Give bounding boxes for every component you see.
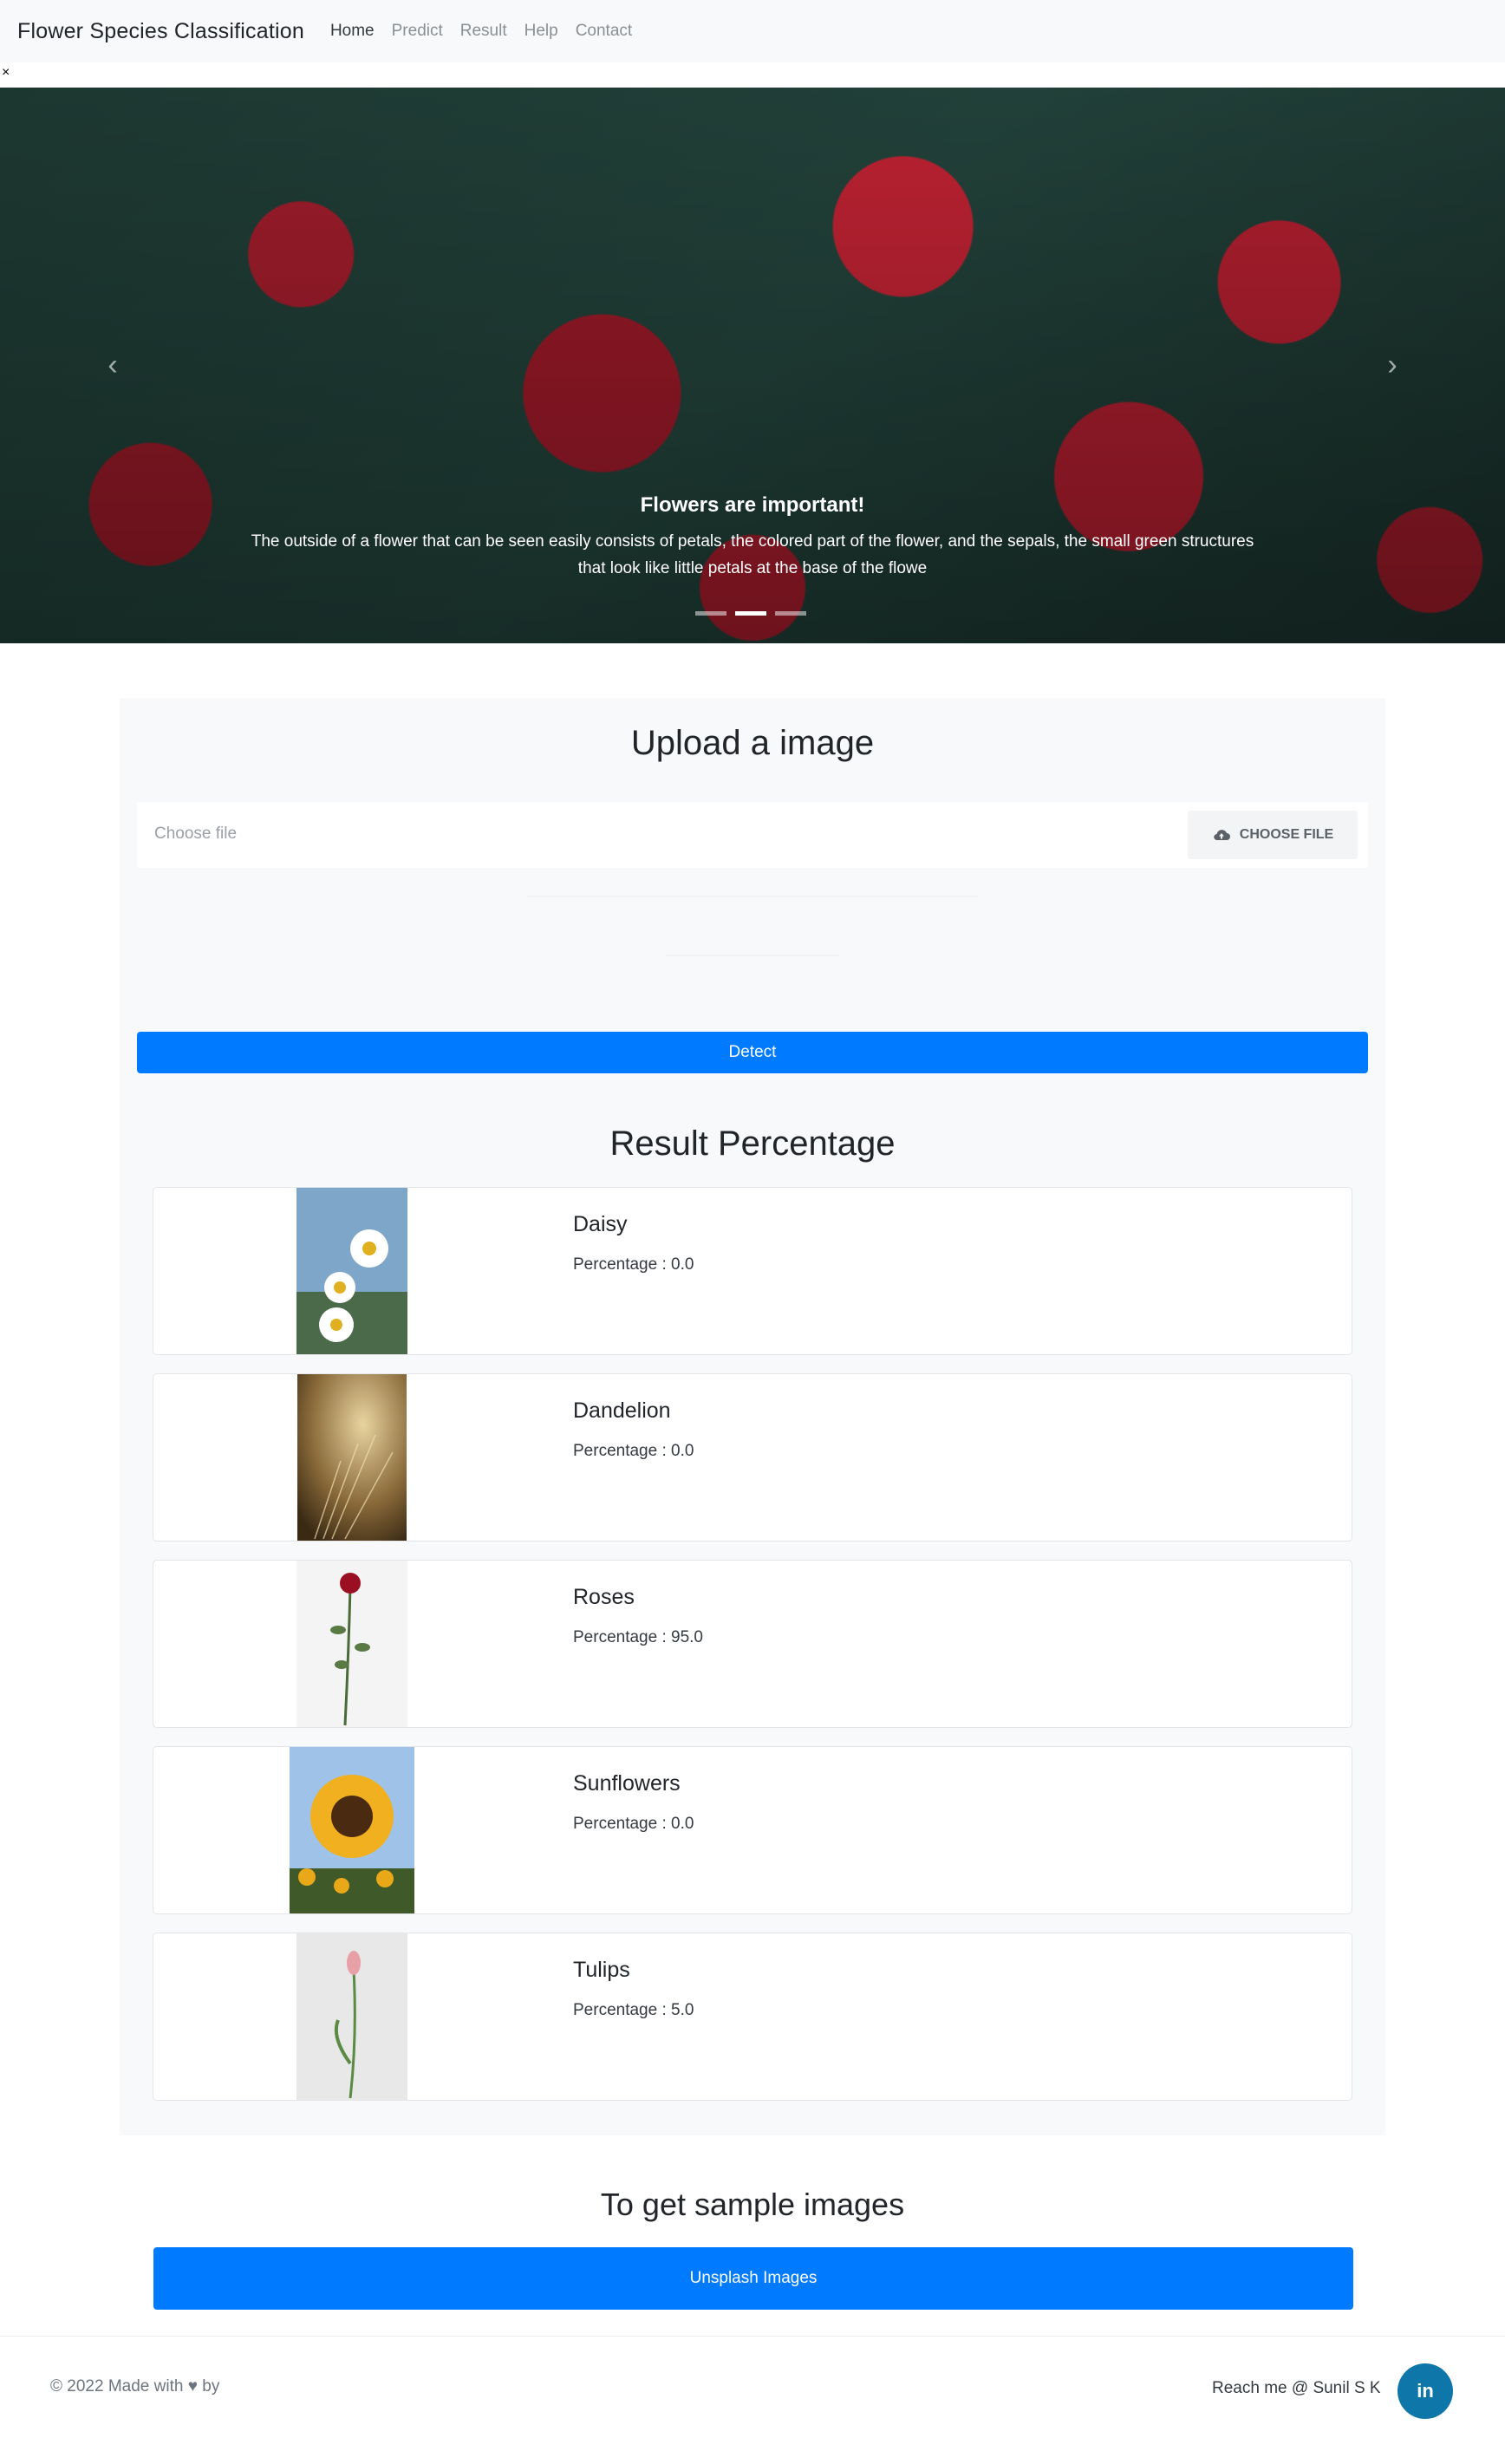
sample-title: To get sample images: [600, 2187, 905, 2222]
divider: [527, 896, 978, 897]
result-name: Sunflowers: [573, 1771, 681, 1796]
result-card-daisy: Daisy Percentage : 0.0: [153, 1187, 1352, 1355]
tulip-image: [296, 1933, 407, 2100]
choose-file-button[interactable]: CHOOSE FILE: [1188, 811, 1358, 859]
close-icon[interactable]: ×: [2, 66, 10, 80]
result-name: Tulips: [573, 1958, 630, 1982]
carousel-indicators: [695, 611, 806, 616]
cloud-upload-icon: [1214, 830, 1230, 841]
detect-button[interactable]: Detect: [137, 1032, 1368, 1073]
caption-title: Flowers are important!: [640, 493, 865, 517]
carousel-next-icon[interactable]: ›: [1375, 348, 1410, 382]
result-name: Daisy: [573, 1212, 628, 1236]
linkedin-icon[interactable]: in: [1398, 2363, 1453, 2419]
upload-title: Upload a image: [630, 724, 875, 762]
dandelion-image: [297, 1374, 407, 1541]
result-percentage: Percentage : 95.0: [573, 1628, 703, 1646]
result-percentage: Percentage : 0.0: [573, 1255, 694, 1274]
carousel-prev-icon[interactable]: ‹: [95, 348, 130, 382]
result-card-tulips: Tulips Percentage : 5.0: [153, 1933, 1352, 2101]
nav-home[interactable]: Home: [330, 22, 375, 41]
nav-help[interactable]: Help: [524, 22, 558, 41]
result-name: Dandelion: [573, 1398, 671, 1423]
footer-copyright: © 2022 Made with ♥ by: [50, 2377, 220, 2396]
file-placeholder: Choose file: [154, 825, 238, 843]
nav-predict[interactable]: Predict: [392, 22, 443, 41]
navbar: Flower Species Classification Home Predi…: [0, 0, 1505, 62]
sunflower-image: [290, 1747, 414, 1913]
unsplash-images-button[interactable]: Unsplash Images: [153, 2247, 1353, 2310]
nav-contact[interactable]: Contact: [576, 22, 632, 41]
carousel-caption: Flowers are important! The outside of a …: [243, 493, 1262, 582]
result-name: Roses: [573, 1585, 635, 1609]
result-card-dandelion: Dandelion Percentage : 0.0: [153, 1373, 1352, 1542]
footer-divider: [0, 2336, 1505, 2337]
result-percentage: Percentage : 0.0: [573, 1442, 694, 1460]
result-card-roses: Roses Percentage : 95.0: [153, 1560, 1352, 1728]
result-percentage: Percentage : 5.0: [573, 2001, 694, 2019]
carousel-indicator[interactable]: [775, 611, 806, 616]
result-percentage: Percentage : 0.0: [573, 1815, 694, 1833]
nav-result[interactable]: Result: [460, 22, 507, 41]
choose-file-label: CHOOSE FILE: [1239, 827, 1334, 842]
daisy-image: [296, 1188, 407, 1354]
footer-contact: Reach me @ Sunil S K: [1212, 2379, 1381, 2397]
file-input[interactable]: Choose file CHOOSE FILE: [137, 802, 1368, 868]
main-panel: Upload a image Choose file CHOOSE FILE D…: [120, 698, 1385, 2135]
result-card-sunflowers: Sunflowers Percentage : 0.0: [153, 1746, 1352, 1914]
carousel-indicator[interactable]: [695, 611, 726, 616]
rose-image: [296, 1561, 407, 1727]
result-title: Result Percentage: [609, 1124, 896, 1163]
hero-carousel: ‹ › Flowers are important! The outside o…: [0, 88, 1505, 643]
carousel-indicator-active[interactable]: [735, 611, 766, 616]
caption-text: The outside of a flower that can be seen…: [251, 532, 1254, 577]
brand[interactable]: Flower Species Classification: [17, 19, 304, 44]
divider: [666, 955, 839, 956]
